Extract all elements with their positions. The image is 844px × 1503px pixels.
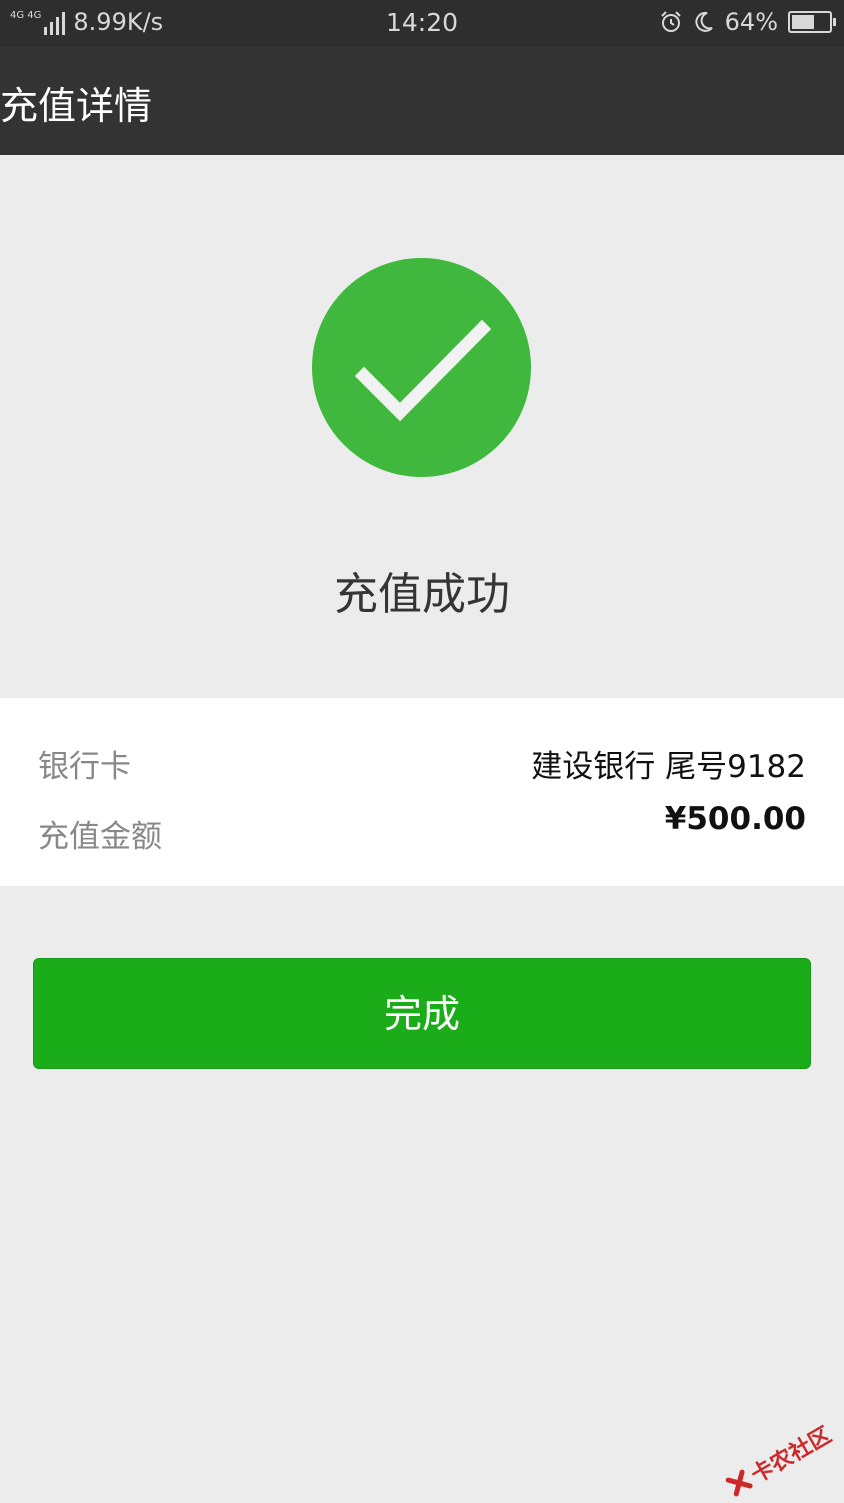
watermark-text: 卡农社区 [747, 1422, 836, 1489]
check-icon [354, 319, 492, 422]
battery-percent: 64% [724, 8, 778, 36]
details-card: 银行卡 建设银行 尾号9182 充值金额 ¥500.00 [0, 698, 844, 886]
title-bar: 充值详情 [0, 46, 844, 155]
amount-value: ¥500.00 [664, 801, 806, 837]
watermark: 卡农社区 [722, 1418, 837, 1503]
amount-label: 充值金额 [38, 819, 162, 855]
alarm-icon [660, 11, 681, 32]
bank-card-value: 建设银行 尾号9182 [531, 749, 806, 785]
bank-card-label: 银行卡 [38, 749, 131, 785]
bank-card-row: 银行卡 建设银行 尾号9182 [38, 741, 806, 785]
status-bar: 4G 4G 8.99K/s 14:20 64% [0, 0, 844, 46]
success-message: 充值成功 [334, 569, 510, 620]
battery-icon [788, 11, 836, 33]
success-check-icon [312, 258, 531, 477]
done-button[interactable]: 完成 [33, 958, 811, 1069]
page-title: 充值详情 [0, 84, 153, 128]
amount-row: 充值金额 ¥500.00 [38, 801, 806, 855]
status-right: 64% [659, 8, 836, 36]
success-section: 充值成功 [0, 155, 844, 698]
moon-icon [695, 11, 713, 32]
